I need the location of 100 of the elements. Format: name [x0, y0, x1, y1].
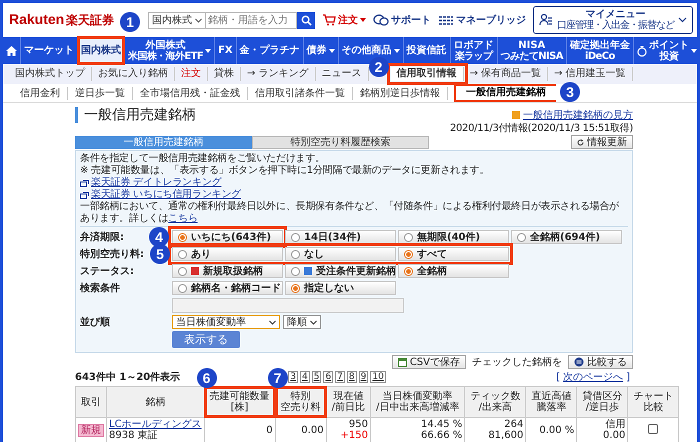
compare-button[interactable]: 比較する	[568, 355, 633, 369]
ranking-link[interactable]: 楽天証券 いちにち信用ランキング	[91, 189, 241, 201]
subnav-link[interactable]: → 信用建玉一覧	[548, 67, 633, 81]
step-number-badge: 1	[120, 12, 140, 32]
radio-option[interactable]: 無期限(40件)	[398, 230, 509, 244]
page-link[interactable]: 4	[300, 371, 310, 383]
nav-item[interactable]: 外国株式 米国株・海外ETF	[125, 37, 214, 64]
radio-option[interactable]: 新規取扱銘柄	[172, 264, 283, 278]
radio-button[interactable]	[517, 232, 526, 242]
refresh-button[interactable]: 情報更新	[571, 135, 633, 149]
radio-option[interactable]: 受注条件更新銘柄	[285, 264, 396, 278]
search-button[interactable]	[297, 12, 315, 28]
csv-save-button[interactable]: CSVで保存	[392, 355, 466, 369]
page-link[interactable]: 9	[358, 371, 368, 383]
column-header: 売建可能数量 [株]	[210, 391, 270, 413]
filter-label: 弁済期限:	[80, 232, 124, 243]
radio-button[interactable]	[291, 232, 300, 242]
page-title: 一般信用売建銘柄	[75, 107, 196, 123]
subnav-link[interactable]: → 保有商品一覧	[464, 67, 548, 81]
submenu-link[interactable]: 一般信用売建銘柄	[454, 84, 556, 102]
page-link[interactable]: 6	[323, 371, 334, 383]
keyword-field[interactable]	[172, 298, 404, 312]
nav-item[interactable]: 債券	[304, 37, 338, 64]
filter-label: 特別空売り料:	[80, 249, 144, 260]
ranking-link[interactable]: 楽天証券 デイトレランキング	[91, 177, 222, 189]
chevron-down-icon	[678, 17, 687, 23]
submenu-link[interactable]: 信用取引諸条件一覧	[248, 86, 353, 100]
nav-item[interactable]: 金・プラチナ	[236, 37, 303, 64]
radio-option[interactable]: 全銘柄(694件)	[511, 230, 622, 244]
column-header: 銘柄	[144, 396, 166, 408]
radio-button[interactable]	[291, 266, 300, 276]
column-header: 取引	[81, 396, 101, 408]
show-button[interactable]: 表示する	[172, 331, 240, 348]
tab[interactable]: 特別空売り料履歴検索	[252, 136, 429, 149]
logo-wordmark[interactable]: Rakuten	[9, 11, 64, 27]
chevron-down-icon	[269, 320, 276, 324]
radio-option[interactable]: あり	[172, 247, 283, 261]
radio-button[interactable]	[404, 232, 413, 242]
note-text: 一部銘柄において、通常の権利付最終日以外に、長期保有条件など、「付随条件」による権利付最終日が表示される場合があります。詳しくはこちら	[80, 201, 620, 225]
compare-checkbox[interactable]	[648, 424, 658, 434]
nav-item[interactable]: FX	[215, 37, 236, 64]
subnav-link[interactable]: 国内株式トップ	[9, 67, 92, 81]
step-number-badge: 5	[150, 244, 170, 264]
subnav-link[interactable]: お気に入り銘柄	[92, 67, 175, 81]
subnav-link[interactable]: 注文	[175, 67, 208, 81]
radio-button[interactable]	[291, 250, 300, 258]
page-link[interactable]: 5	[312, 371, 322, 383]
radio-button[interactable]	[291, 284, 300, 292]
radio-option[interactable]: 指定しない	[285, 281, 396, 295]
column-header: ティック数 /出来高	[470, 391, 520, 413]
details-link[interactable]: こちら	[168, 213, 198, 224]
order-link[interactable]: 注文	[322, 13, 366, 27]
logo-name[interactable]: 楽天証券	[66, 12, 114, 29]
radio-button[interactable]	[178, 266, 187, 276]
nav-item[interactable]: ポイント 投資	[634, 37, 697, 64]
order-select[interactable]: 降順	[283, 315, 321, 329]
money-bridge-link[interactable]: マネーブリッジ	[438, 13, 526, 27]
radio-button[interactable]	[404, 266, 413, 276]
radio-option[interactable]: 14日(34件)	[285, 230, 396, 244]
step-number-badge: 3	[560, 82, 580, 102]
compare-icon	[574, 357, 584, 367]
nav-item[interactable]: ロボアド 楽ラップ	[450, 37, 497, 64]
next-page-link[interactable]: 次のページへ	[563, 370, 624, 384]
radio-option[interactable]: なし	[285, 247, 396, 261]
stock-name-link[interactable]: LCホールディングス	[109, 419, 202, 430]
submenu-link[interactable]: 信用金利	[13, 86, 68, 100]
nav-item[interactable]: 投資信託	[404, 37, 450, 64]
nav-item[interactable]: 確定拠出年金 iDeCo	[566, 37, 633, 64]
radio-button[interactable]	[178, 250, 187, 258]
subnav-link[interactable]: 貸株	[208, 67, 241, 81]
price-value: 950	[348, 419, 368, 430]
radio-button[interactable]	[178, 284, 187, 292]
page-link[interactable]: 3	[288, 371, 298, 383]
page-link[interactable]: 8	[346, 371, 357, 383]
support-link[interactable]: サポート	[373, 13, 431, 27]
category-select[interactable]: 国内株式	[148, 12, 206, 28]
bracket: [	[556, 372, 560, 382]
radio-option[interactable]: すべて	[398, 247, 509, 261]
subnav-link[interactable]: → ランキング	[241, 67, 316, 81]
submenu-link[interactable]: 逆日歩一覧	[68, 86, 133, 100]
page-link[interactable]: 7	[335, 371, 345, 383]
nav-item[interactable]: マーケット	[21, 37, 77, 64]
search-field[interactable]: 銘柄・用語を入力	[206, 12, 297, 28]
filter-label: ステータス:	[80, 266, 134, 277]
subnav-link[interactable]: ニュース	[316, 67, 369, 81]
nav-item[interactable]: NISA つみたてNISA	[498, 37, 566, 64]
radio-option[interactable]: 銘柄名・銘柄コード	[172, 281, 283, 295]
help-link[interactable]: 一般信用売建銘柄の見方	[523, 108, 633, 122]
sort-select[interactable]: 当日株価変動率	[172, 315, 280, 329]
chevron-down-icon	[310, 320, 317, 324]
my-menu-button[interactable]: マイメニュー 口座管理・入出金・振替など	[533, 6, 693, 34]
submenu-link[interactable]: 銘柄別逆日歩情報	[353, 86, 448, 100]
note-text: 条件を指定して一般信用売建銘柄をご覧いただけます。	[80, 153, 326, 164]
radio-button[interactable]	[178, 232, 187, 242]
submenu-link[interactable]: 全市場信用残・証金残	[133, 86, 248, 100]
page-link[interactable]: 10	[370, 371, 386, 383]
filter-label: 並び順	[80, 317, 110, 328]
radio-button[interactable]	[404, 250, 413, 258]
radio-option[interactable]: 全銘柄	[398, 264, 509, 278]
nav-item[interactable]: 国内株式	[78, 37, 124, 64]
